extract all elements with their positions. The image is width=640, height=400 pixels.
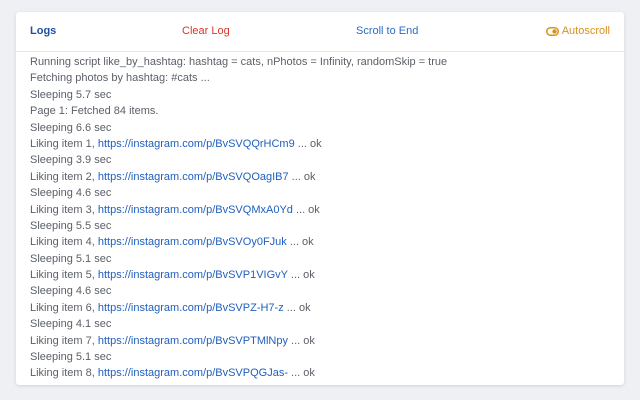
log-line-text: Sleeping 5.1 sec: [30, 351, 112, 364]
log-line-prefix: Liking item 5,: [30, 269, 98, 282]
toggle-icon: [545, 26, 559, 36]
log-line: Liking item 7, https://instagram.com/p/B…: [30, 333, 624, 349]
instagram-post-link[interactable]: https://instagram.com/p/BvSVQMxA0Yd: [98, 204, 293, 216]
log-line-text: Sleeping 4.1 sec: [30, 318, 112, 331]
log-line: Liking item 4, https://instagram.com/p/B…: [30, 234, 624, 250]
log-line-status: ... ok: [288, 334, 315, 347]
log-line: Sleeping 4.1 sec: [30, 316, 624, 332]
scroll-to-end-button[interactable]: Scroll to End: [356, 25, 418, 37]
log-line-text: Sleeping 5.5 sec: [30, 219, 112, 232]
instagram-post-link[interactable]: https://instagram.com/p/BvSVP1VIGvY: [98, 269, 288, 281]
log-line: Liking item 1, https://instagram.com/p/B…: [30, 136, 624, 152]
log-line: Page 1: Fetched 84 items.: [30, 103, 624, 119]
log-line: Sleeping 4.6 sec: [30, 185, 624, 201]
log-line: Running script like_by_hashtag: hashtag …: [30, 54, 624, 70]
log-line-status: ... ok: [288, 170, 316, 183]
instagram-post-link[interactable]: https://instagram.com/p/BvSVPQGJas-: [98, 367, 288, 379]
log-line: Sleeping 5.1 sec: [30, 251, 624, 267]
log-line: Sleeping 5.7 sec: [30, 87, 624, 103]
instagram-post-link[interactable]: https://instagram.com/p/BvSVPZ-H7-z: [98, 302, 284, 314]
log-line-text: Sleeping 4.6 sec: [30, 285, 112, 298]
instagram-post-link[interactable]: https://instagram.com/p/BvSVPTMlNpy: [98, 335, 288, 347]
log-line-text: Sleeping 4.6 sec: [30, 187, 112, 200]
log-line-status: ... ok: [287, 269, 315, 282]
log-line-prefix: Liking item 8,: [30, 367, 98, 380]
instagram-post-link[interactable]: https://instagram.com/p/BvSVQOagIB7: [98, 171, 289, 183]
log-line: Sleeping 4.6 sec: [30, 283, 624, 299]
log-line-status: ... ok: [283, 301, 311, 314]
log-line: Liking item 6, https://instagram.com/p/B…: [30, 300, 624, 316]
log-panel: Logs Clear Log Scroll to End Autoscroll …: [16, 12, 624, 385]
logs-tab[interactable]: Logs: [30, 25, 56, 37]
autoscroll-label: Autoscroll: [561, 25, 610, 37]
log-line-prefix: Liking item 3,: [30, 203, 98, 216]
clear-log-button[interactable]: Clear Log: [182, 25, 230, 37]
log-line: Sleeping 5.5 sec: [30, 218, 624, 234]
log-line-text: Sleeping 5.1 sec: [30, 252, 112, 265]
log-line-prefix: Liking item 4,: [30, 236, 98, 249]
log-line-text: Page 1: Fetched 84 items.: [30, 105, 159, 118]
log-line-prefix: Liking item 6,: [30, 301, 98, 314]
log-line-prefix: Liking item 2,: [30, 170, 98, 183]
log-line: Fetching photos by hashtag: #cats ...: [30, 70, 624, 86]
log-line-text: Sleeping 3.9 sec: [30, 154, 112, 167]
log-line-text: Fetching photos by hashtag: #cats ...: [30, 72, 210, 85]
log-line: Liking item 5, https://instagram.com/p/B…: [30, 267, 624, 283]
instagram-post-link[interactable]: https://instagram.com/p/BvSVQQrHCm9: [98, 138, 295, 150]
log-line-status: ... ok: [292, 203, 320, 216]
log-line: Liking item 3, https://instagram.com/p/B…: [30, 202, 624, 218]
autoscroll-toggle[interactable]: Autoscroll: [545, 25, 610, 37]
toolbar: Logs Clear Log Scroll to End Autoscroll: [16, 12, 624, 52]
log-line-status: ... ok: [288, 367, 315, 380]
log-line: Liking item 8, https://instagram.com/p/B…: [30, 365, 624, 381]
instagram-post-link[interactable]: https://instagram.com/p/BvSVOy0FJuk: [98, 236, 287, 248]
log-line: Liking item 2, https://instagram.com/p/B…: [30, 169, 624, 185]
log-line-text: Sleeping 5.7 sec: [30, 88, 112, 101]
log-line-status: ... ok: [294, 137, 322, 150]
log-line-prefix: Liking item 1,: [30, 137, 98, 150]
log-line-text: Sleeping 6.6 sec: [30, 121, 112, 134]
log-line-text: Running script like_by_hashtag: hashtag …: [30, 56, 448, 68]
log-line-prefix: Liking item 7,: [30, 334, 98, 347]
log-line: Sleeping 6.6 sec: [30, 120, 624, 136]
log-line-status: ... ok: [286, 236, 314, 249]
log-line: Sleeping 3.9 sec: [30, 152, 624, 168]
log-line: Sleeping 5.1 sec: [30, 349, 624, 365]
log-output[interactable]: Running script like_by_hashtag: hashtag …: [16, 52, 624, 385]
